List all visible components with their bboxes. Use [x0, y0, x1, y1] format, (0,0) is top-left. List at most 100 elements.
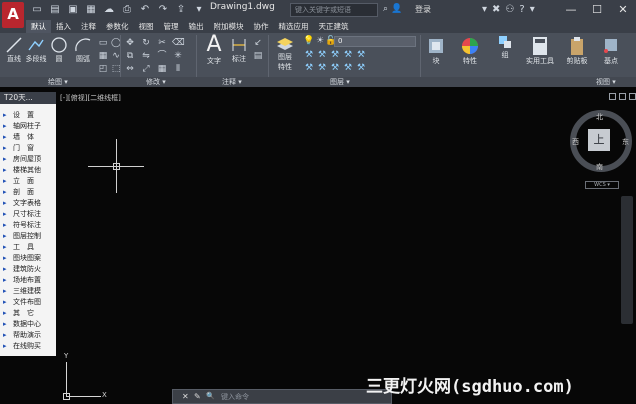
layer-tool-icon[interactable]: ⚒	[329, 50, 341, 60]
tab-9[interactable]: 精选应用	[274, 20, 314, 33]
viewcube-south[interactable]: 南	[596, 162, 603, 172]
mirror-icon[interactable]: ⇋	[140, 51, 152, 61]
tab-4[interactable]: 视图	[134, 20, 159, 33]
properties-tool[interactable]: 特性	[456, 36, 484, 66]
help-dropdown-icon[interactable]: ▾	[530, 3, 535, 16]
panel-label-layers[interactable]: 图层 ▾	[330, 77, 350, 87]
t20-menu-item[interactable]: 剖 面	[0, 187, 56, 197]
login-link[interactable]: 登录	[415, 4, 431, 15]
t20-menu-item[interactable]: 房间屋顶	[0, 154, 56, 164]
t20-panel-header[interactable]: T20天...	[0, 92, 56, 104]
t20-menu-item[interactable]: 在线购买	[0, 341, 56, 351]
print-icon[interactable]: ⎙	[120, 3, 134, 16]
command-input[interactable]: 键入命令	[221, 392, 249, 402]
t20-menu-item[interactable]: 墙 体	[0, 132, 56, 142]
tab-8[interactable]: 协作	[249, 20, 274, 33]
array-icon[interactable]: ▦	[156, 64, 168, 74]
circle-tool[interactable]: 圆	[49, 36, 69, 64]
new-icon[interactable]: ▭	[30, 3, 44, 16]
cloud-icon[interactable]: ☁	[102, 3, 116, 16]
layer-tool-icon[interactable]: ⚒	[355, 50, 367, 60]
t20-menu-item[interactable]: 工 具	[0, 242, 56, 252]
viewcube-north[interactable]: 北	[596, 112, 603, 122]
t20-menu-item[interactable]: 三维建模	[0, 286, 56, 296]
t20-menu-item[interactable]: 帮助演示	[0, 330, 56, 340]
more-icon[interactable]: ▾	[192, 3, 206, 16]
viewcube-east[interactable]: 东	[622, 137, 629, 147]
tab-1[interactable]: 插入	[51, 20, 76, 33]
navigation-bar[interactable]	[621, 196, 633, 324]
tab-10[interactable]: 天正建筑	[314, 20, 354, 33]
trim-icon[interactable]: ✂	[156, 38, 168, 48]
t20-menu-item[interactable]: 设 置	[0, 110, 56, 120]
user-icon[interactable]: 👤	[391, 3, 402, 16]
tab-2[interactable]: 注释	[76, 20, 101, 33]
dimension-tool[interactable]: 标注	[228, 36, 250, 64]
line-tool[interactable]: 直线	[3, 36, 25, 64]
drawing-area[interactable]	[0, 87, 636, 404]
t20-menu-item[interactable]: 尺寸标注	[0, 209, 56, 219]
block-tool[interactable]: 块	[424, 36, 448, 66]
panel-label-modify[interactable]: 修改 ▾	[146, 77, 166, 87]
dropdown-icon[interactable]: ▾	[482, 3, 487, 16]
layer-tool-icon[interactable]: ⚒	[342, 63, 354, 73]
t20-menu-item[interactable]: 图层控制	[0, 231, 56, 241]
search-icon[interactable]: ⌕	[383, 3, 388, 16]
hatch-icon[interactable]: ▦	[97, 51, 109, 61]
region-icon[interactable]: ◰	[97, 64, 109, 74]
t20-menu-item[interactable]: 建筑防火	[0, 264, 56, 274]
save-icon[interactable]: ▣	[66, 3, 80, 16]
layer-tool-icon[interactable]: ⚒	[316, 50, 328, 60]
help-icon[interactable]: ?	[519, 3, 524, 16]
t20-menu-item[interactable]: 轴网柱子	[0, 121, 56, 131]
viewport-label[interactable]: [-][俯视][二维线框]	[60, 93, 121, 103]
panel-label-draw[interactable]: 绘图 ▾	[48, 77, 68, 87]
close-button[interactable]: ✕	[610, 0, 636, 20]
table-icon[interactable]: ▤	[252, 51, 264, 61]
viewport-restore-icon[interactable]	[619, 93, 626, 100]
share-icon[interactable]: ⇪	[174, 3, 188, 16]
fillet-icon[interactable]: ⌒	[156, 51, 168, 61]
clipboard-tool[interactable]: 剪贴板	[563, 36, 591, 66]
layer-tool-icon[interactable]: ⚒	[303, 50, 315, 60]
text-tool[interactable]: A 文字	[202, 34, 226, 66]
t20-menu-item[interactable]: 立 面	[0, 176, 56, 186]
viewport-minimize-icon[interactable]	[609, 93, 616, 100]
move-icon[interactable]: ✥	[124, 38, 136, 48]
layer-tool-icon[interactable]: ⚒	[316, 63, 328, 73]
layer-tool-icon[interactable]: ⚒	[355, 63, 367, 73]
minimize-button[interactable]: —	[558, 0, 584, 20]
search-input[interactable]: 键入关键字或短语	[290, 3, 378, 17]
app-logo[interactable]: A	[2, 2, 24, 28]
t20-menu-item[interactable]: 文字表格	[0, 198, 56, 208]
leader-icon[interactable]: ↙	[252, 38, 264, 48]
rotate-icon[interactable]: ↻	[140, 38, 152, 48]
t20-menu-item[interactable]: 门 窗	[0, 143, 56, 153]
t20-menu-item[interactable]: 符号标注	[0, 220, 56, 230]
t20-menu-item[interactable]: 楼梯其他	[0, 165, 56, 175]
stretch-icon[interactable]: ⇔	[124, 64, 136, 74]
layer-properties-tool[interactable]: 图层 特性	[272, 36, 298, 72]
t20-menu-item[interactable]: 图块图案	[0, 253, 56, 263]
exchange-icon[interactable]: ✖	[492, 3, 500, 16]
wcs-menu[interactable]: WCS ▾	[585, 181, 619, 189]
t20-menu-item[interactable]: 文件布图	[0, 297, 56, 307]
arc-tool[interactable]: 圆弧	[73, 36, 93, 64]
copy-icon[interactable]: ⧉	[124, 51, 136, 61]
polyline-tool[interactable]: 多段线	[25, 36, 47, 64]
layer-tool-icon[interactable]: ⚒	[303, 63, 315, 73]
t20-menu-item[interactable]: 其 它	[0, 308, 56, 318]
panel-label-annotation[interactable]: 注释 ▾	[222, 77, 242, 87]
layer-tool-icon[interactable]: ⚒	[342, 50, 354, 60]
offset-icon[interactable]: ⫴	[172, 64, 184, 74]
tab-3[interactable]: 参数化	[101, 20, 134, 33]
undo-icon[interactable]: ↶	[138, 3, 152, 16]
redo-icon[interactable]: ↷	[156, 3, 170, 16]
tab-6[interactable]: 输出	[184, 20, 209, 33]
save-as-icon[interactable]: ▦	[84, 3, 98, 16]
t20-menu-item[interactable]: 数据中心	[0, 319, 56, 329]
open-icon[interactable]: ▤	[48, 3, 62, 16]
search-icon[interactable]: 🔍	[206, 392, 215, 400]
utilities-tool[interactable]: 实用工具	[524, 36, 556, 66]
viewcube-west[interactable]: 西	[572, 137, 579, 147]
